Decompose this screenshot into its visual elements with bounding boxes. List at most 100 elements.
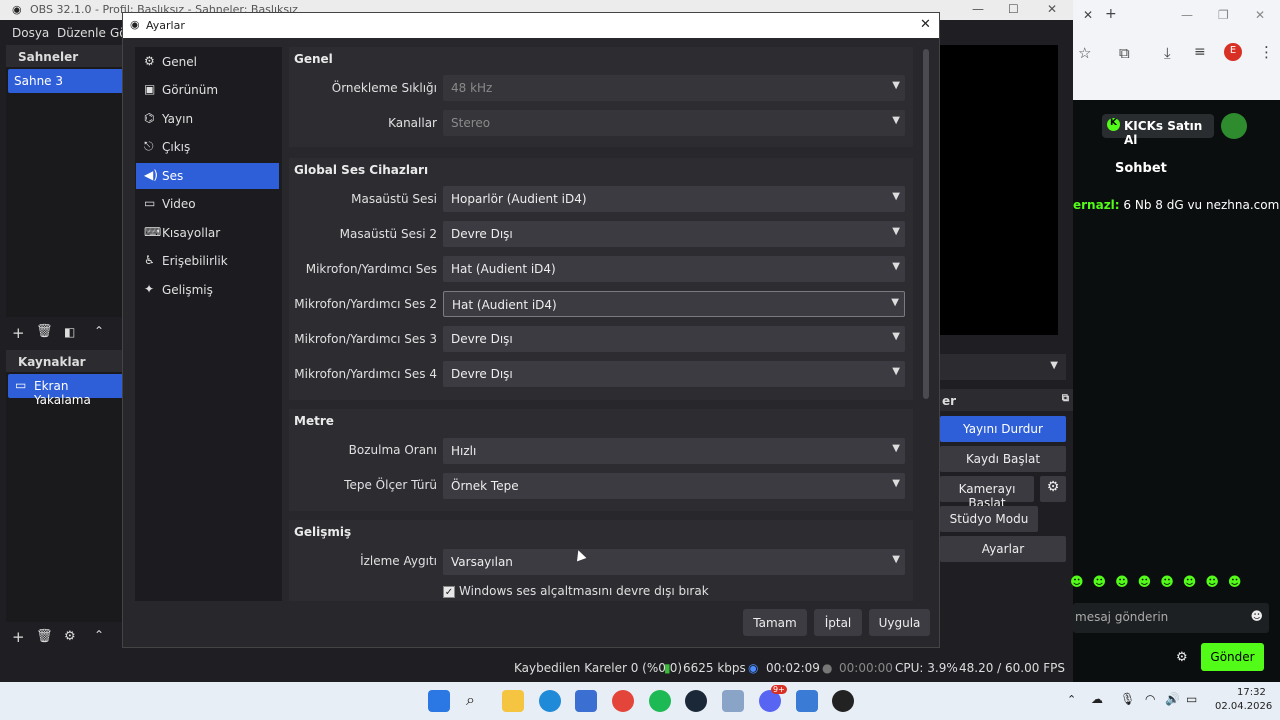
clock-date[interactable]: 02.04.2026 bbox=[1215, 701, 1272, 712]
decay-rate-select[interactable]: Hızlı ▼ bbox=[443, 438, 905, 464]
mic-3-select[interactable]: Devre Dışı ▼ bbox=[443, 326, 905, 352]
download-icon[interactable]: ⤓ bbox=[1164, 44, 1171, 62]
nav-item-advanced[interactable]: ✦ Gelişmiş bbox=[136, 277, 279, 303]
more-menu-icon[interactable]: ⋮ bbox=[1259, 43, 1274, 61]
cancel-button[interactable]: İptal bbox=[814, 609, 862, 636]
maximize-icon[interactable]: ☐ bbox=[1008, 2, 1019, 16]
ducking-checkbox[interactable]: ✓ bbox=[443, 586, 455, 598]
media-icon[interactable]: ≡ bbox=[1194, 44, 1206, 60]
volume-icon[interactable]: 🔊 bbox=[1165, 692, 1180, 706]
profile-avatar[interactable]: E bbox=[1224, 43, 1242, 61]
chevron-down-icon: ▼ bbox=[892, 261, 900, 272]
extensions-icon[interactable]: ⧉ bbox=[1119, 44, 1130, 62]
menu-file[interactable]: Dosya bbox=[12, 26, 49, 40]
emoji-icon[interactable]: ☻ bbox=[1250, 609, 1263, 623]
trash-source-icon[interactable]: 🗑 bbox=[36, 629, 53, 644]
peak-meter-select[interactable]: Örnek Tepe ▼ bbox=[443, 473, 905, 499]
desktop-audio-select[interactable]: Hoparlör (Audient iD4) ▼ bbox=[443, 186, 905, 212]
send-button[interactable]: Gönder bbox=[1201, 643, 1264, 671]
studio-mode-button[interactable]: Stüdyo Modu bbox=[940, 506, 1038, 532]
nav-item-general[interactable]: ⚙ Genel bbox=[136, 49, 279, 75]
nav-item-stream[interactable]: ⌬ Yayın bbox=[136, 106, 279, 132]
transition-select[interactable]: ▼ bbox=[940, 354, 1066, 380]
desktop-audio-2-value: Devre Dışı bbox=[451, 227, 513, 241]
steam-icon[interactable] bbox=[685, 690, 707, 712]
nav-item-appearance[interactable]: ▣ Görünüm bbox=[136, 77, 279, 103]
shield-app-icon[interactable] bbox=[796, 690, 818, 712]
chevron-up-source-icon[interactable]: ⌃ bbox=[94, 628, 104, 642]
nav-label: Genel bbox=[162, 55, 198, 69]
nav-item-output[interactable]: ⎋ Çıkış bbox=[136, 134, 279, 160]
kicks-button[interactable]: K KICKs Satın Al bbox=[1102, 114, 1214, 147]
add-source-icon[interactable]: + bbox=[12, 628, 25, 646]
apply-button[interactable]: Uygula bbox=[869, 609, 930, 636]
emote-bar[interactable]: ☻☻☻☻☻☻☻☻ bbox=[1070, 575, 1250, 590]
mic-4-select[interactable]: Devre Dışı ▼ bbox=[443, 361, 905, 387]
close-icon[interactable]: ✕ bbox=[1047, 2, 1057, 16]
ok-button[interactable]: Tamam bbox=[743, 609, 807, 636]
app-icon[interactable] bbox=[722, 690, 744, 712]
monitor-device-select[interactable]: Varsayılan ▼ bbox=[443, 549, 905, 575]
scenes-dock-title: Sahneler bbox=[6, 45, 124, 67]
mic-1-select[interactable]: Hat (Audient iD4) ▼ bbox=[443, 256, 905, 282]
scene-item[interactable]: Sahne 3 bbox=[8, 69, 126, 93]
desktop-audio-2-select[interactable]: Devre Dışı ▼ bbox=[443, 221, 905, 247]
menu-edit[interactable]: Düzenle bbox=[57, 26, 106, 40]
gear-source-icon[interactable]: ⚙ bbox=[64, 629, 76, 644]
edge-icon[interactable] bbox=[539, 690, 561, 712]
store-icon[interactable] bbox=[575, 690, 597, 712]
battery-icon[interactable]: ▭ bbox=[1186, 692, 1197, 706]
close-tab-icon[interactable]: ✕ bbox=[1083, 8, 1093, 22]
nav-item-video[interactable]: ▭ Video bbox=[136, 191, 279, 217]
chat-input-placeholder: mesaj gönderin bbox=[1075, 610, 1169, 624]
mic-2-select[interactable]: Hat (Audient iD4) ▼ bbox=[443, 291, 905, 317]
chevron-up-tray-icon[interactable]: ⌃ bbox=[1067, 693, 1076, 706]
add-icon[interactable]: + bbox=[12, 324, 25, 342]
settings-button[interactable]: Ayarlar bbox=[940, 536, 1066, 562]
close-dialog-icon[interactable]: ✕ bbox=[920, 17, 931, 32]
filter-icon[interactable]: ◧ bbox=[64, 325, 75, 339]
nav-label: Gelişmiş bbox=[162, 283, 213, 297]
new-tab-icon[interactable]: + bbox=[1105, 6, 1117, 22]
source-item[interactable]: ▭ Ekran Yakalama bbox=[8, 374, 126, 407]
nav-item-audio[interactable]: ◀) Ses bbox=[136, 163, 279, 189]
camera-settings-gear-icon[interactable]: ⚙ bbox=[1040, 476, 1066, 502]
discord-icon[interactable]: 9+ bbox=[759, 685, 787, 712]
chevron-up-icon[interactable]: ⌃ bbox=[94, 324, 104, 338]
user-avatar[interactable] bbox=[1221, 113, 1247, 139]
sources-dock-title: Kaynaklar bbox=[6, 350, 124, 372]
stop-stream-button[interactable]: Yayını Durdur bbox=[940, 416, 1066, 442]
spotify-icon[interactable] bbox=[649, 690, 671, 712]
ducking-checkbox-row[interactable]: ✓ Windows ses alçaltmasını devre dışı bır… bbox=[443, 584, 709, 598]
file-explorer-icon[interactable] bbox=[502, 690, 524, 712]
source-item-label: Ekran Yakalama bbox=[34, 379, 91, 407]
obs-taskbar-icon[interactable] bbox=[832, 690, 854, 712]
cloud-icon[interactable]: ☁ bbox=[1091, 692, 1103, 706]
minimize-icon[interactable]: — bbox=[972, 2, 984, 16]
microphone-icon[interactable]: 🎙 bbox=[1120, 692, 1135, 706]
chat-input[interactable]: mesaj gönderin ☻ bbox=[1073, 603, 1269, 633]
sample-rate-select[interactable]: 48 kHz ▼ bbox=[443, 75, 905, 101]
nav-item-hotkeys[interactable]: ⌨ Kısayollar bbox=[136, 220, 279, 246]
chat-settings-icon[interactable]: ⚙ bbox=[1176, 650, 1188, 665]
settings-scrollbar[interactable] bbox=[923, 49, 929, 399]
star-icon[interactable]: ☆ bbox=[1078, 44, 1091, 62]
search-icon[interactable]: ⌕ bbox=[466, 690, 488, 712]
trash-icon[interactable]: 🗑 bbox=[36, 324, 53, 339]
minimize-browser-icon[interactable]: — bbox=[1181, 8, 1193, 22]
obs-menubar: Dosya Düzenle Gö bbox=[0, 22, 127, 44]
start-recording-button[interactable]: Kaydı Başlat bbox=[940, 446, 1066, 472]
windows-start-icon[interactable] bbox=[428, 690, 450, 712]
chrome-icon[interactable] bbox=[612, 690, 634, 712]
notification-badge: 9+ bbox=[771, 685, 787, 694]
channels-select[interactable]: Stereo ▼ bbox=[443, 110, 905, 136]
start-camera-button[interactable]: Kamerayı Başlat bbox=[940, 476, 1034, 510]
channels-label: Kanallar bbox=[388, 116, 437, 130]
clock-time[interactable]: 17:32 bbox=[1237, 687, 1266, 698]
maximize-browser-icon[interactable]: ❐ bbox=[1218, 8, 1229, 22]
broadcast-icon: ⌬ bbox=[144, 111, 155, 125]
undock-icon[interactable]: ⧉ bbox=[1062, 393, 1069, 404]
close-browser-icon[interactable]: ✕ bbox=[1255, 8, 1265, 22]
nav-item-accessibility[interactable]: ♿ Erişebilirlik bbox=[136, 248, 279, 274]
wifi-icon[interactable]: ◠ bbox=[1145, 692, 1155, 706]
